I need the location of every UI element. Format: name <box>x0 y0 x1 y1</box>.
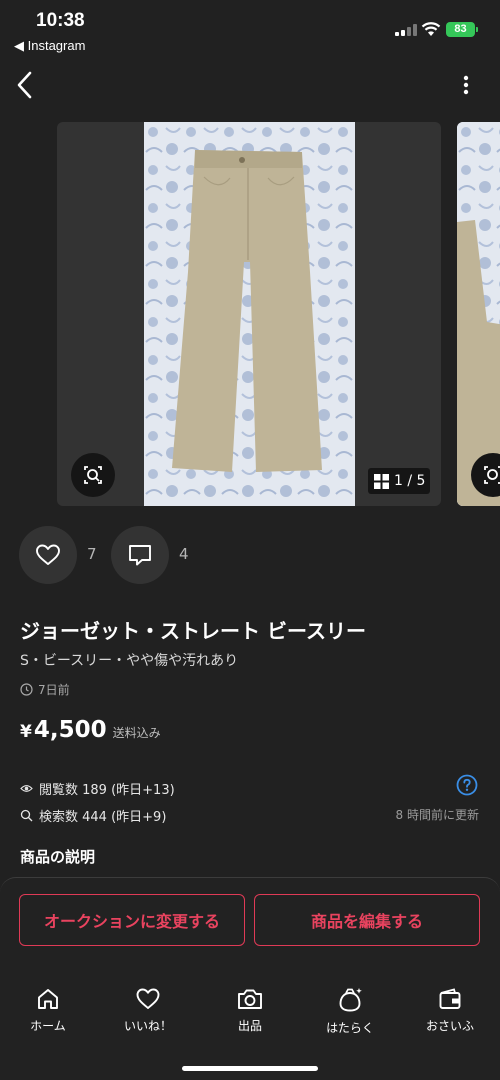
photo-counter-text: 1 / 5 <box>394 473 426 489</box>
like-count: 7 <box>87 545 97 563</box>
camera-icon <box>238 989 262 1009</box>
search-stat: 検索数 444 (昨日+9) <box>20 806 166 825</box>
tab-wallet-label: おさいふ <box>425 1019 474 1033</box>
heart-icon <box>136 988 160 1009</box>
zoom-button[interactable] <box>71 453 115 497</box>
shipping-note: 送料込み <box>112 726 161 740</box>
back-chevron-icon[interactable] <box>12 68 40 102</box>
tab-wallet[interactable]: おさいふ <box>412 986 488 1036</box>
heart-outline-icon <box>36 544 60 565</box>
tab-home[interactable]: ホーム <box>10 986 86 1036</box>
tab-likes[interactable]: いいね！ <box>110 986 186 1036</box>
updated-time: 8 時間前に更新 <box>395 808 479 822</box>
wifi-icon <box>421 22 441 36</box>
price: ¥ 4,500 送料込み <box>20 717 161 743</box>
tab-sell-label: 出品 <box>237 1019 262 1033</box>
item-title: ジョーゼット・ストレート ビースリー <box>20 619 366 643</box>
zoom-button-next[interactable] <box>471 453 500 497</box>
comment-count: 4 <box>179 545 189 563</box>
zoom-icon <box>484 466 500 484</box>
views-stat: 閲覧数 189 (昨日+13) <box>20 779 175 798</box>
like-button[interactable] <box>19 526 77 584</box>
views-text: 閲覧数 189 (昨日+13) <box>39 783 175 798</box>
zoom-icon <box>84 466 102 484</box>
posted-time: 7日前 <box>20 681 70 698</box>
tab-likes-label: いいね！ <box>123 1019 172 1033</box>
comment-button[interactable] <box>111 526 169 584</box>
pants-photo-illustration <box>144 122 355 506</box>
tab-home-label: ホーム <box>30 1019 66 1033</box>
price-value: 4,500 <box>33 717 107 743</box>
tab-work-label: はたらく <box>326 1021 374 1035</box>
home-indicator <box>182 1066 318 1071</box>
product-photo <box>144 122 355 506</box>
grid-icon <box>374 473 389 489</box>
posted-time-text: 7日前 <box>38 683 70 697</box>
currency-symbol: ¥ <box>20 722 32 742</box>
search-icon <box>20 809 33 822</box>
comment-icon <box>129 545 151 566</box>
eye-icon <box>20 785 33 792</box>
next-photo <box>457 122 500 506</box>
status-time: 10:38 <box>36 10 85 31</box>
home-icon <box>38 989 58 1009</box>
clock-icon <box>20 683 33 696</box>
status-bar: 10:38 ◀ Instagram 83 <box>0 0 500 58</box>
wallet-icon <box>439 988 461 1009</box>
search-text: 検索数 444 (昨日+9) <box>39 810 167 825</box>
back-to-instagram-link[interactable]: ◀ Instagram <box>14 38 85 54</box>
product-photo-card[interactable] <box>57 122 441 506</box>
tab-work[interactable]: はたらく <box>312 986 388 1036</box>
description-heading: 商品の説明 <box>20 848 96 866</box>
edit-item-button[interactable]: 商品を編集する <box>254 894 480 946</box>
photo-counter: 1 / 5 <box>368 468 430 494</box>
item-subtitle: S・ビースリー・やや傷や汚れあり <box>20 653 239 669</box>
battery-tip <box>476 27 478 32</box>
help-icon[interactable] <box>456 774 478 796</box>
more-vertical-icon[interactable] <box>456 72 476 98</box>
next-photo-card[interactable] <box>457 122 500 506</box>
tab-sell[interactable]: 出品 <box>212 986 288 1036</box>
next-photo-illustration <box>457 122 500 506</box>
battery-icon: 83 <box>446 22 475 37</box>
change-to-auction-button[interactable]: オークションに変更する <box>19 894 245 946</box>
signal-icon <box>395 24 417 36</box>
sparkle-bag-icon <box>339 988 362 1012</box>
